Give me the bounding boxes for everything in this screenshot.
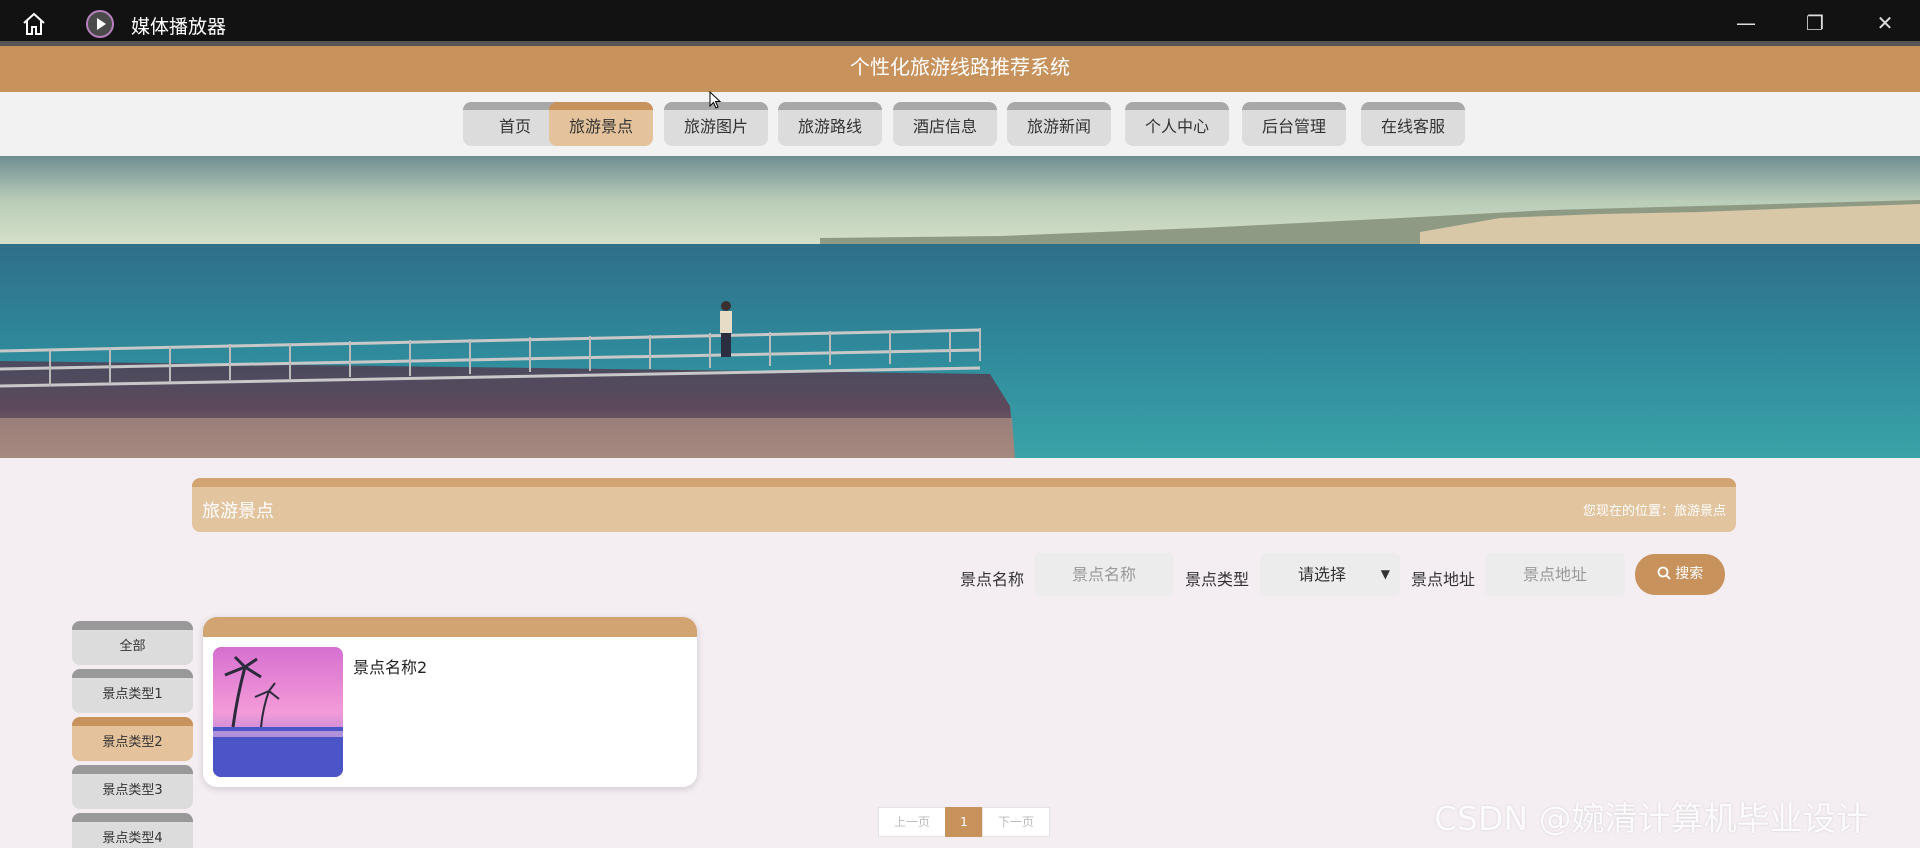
mouse-cursor-icon	[709, 91, 721, 109]
close-button[interactable]: ✕	[1870, 8, 1900, 38]
site-title: 个性化旅游线路推荐系统	[850, 55, 1070, 79]
csdn-watermark: CSDN @婉清计算机毕业设计	[1434, 799, 1869, 838]
type-select[interactable]: 请选择 ▼	[1260, 553, 1400, 596]
app-title: 媒体播放器	[131, 16, 227, 38]
category-all[interactable]: 全部	[72, 621, 193, 665]
type-select-value: 请选择	[1298, 565, 1347, 584]
category-type-2[interactable]: 景点类型2	[72, 717, 193, 761]
window-titlebar: 媒体播放器 — ❐ ✕	[0, 0, 1920, 46]
address-search-label: 景点地址	[1411, 570, 1476, 589]
maximize-button[interactable]: ❐	[1800, 8, 1830, 38]
breadcrumb: 您现在的位置：旅游景点	[1582, 504, 1726, 519]
category-type-4[interactable]: 景点类型4	[72, 813, 193, 848]
search-button-label: 搜索	[1675, 566, 1704, 582]
search-icon	[1657, 566, 1671, 580]
nav-item-hotels[interactable]: 酒店信息	[893, 102, 997, 146]
nav-item-news[interactable]: 旅游新闻	[1007, 102, 1111, 146]
nav-item-admin[interactable]: 后台管理	[1242, 102, 1346, 146]
attraction-card[interactable]: 景点名称2	[203, 617, 697, 787]
next-page-button[interactable]: 下一页	[982, 807, 1050, 837]
nav-item-support[interactable]: 在线客服	[1361, 102, 1465, 146]
section-heading-bar: 旅游景点 您现在的位置：旅游景点	[192, 478, 1736, 532]
section-title: 旅游景点	[202, 501, 274, 522]
play-icon	[86, 10, 114, 38]
category-type-1[interactable]: 景点类型1	[72, 669, 193, 713]
type-search-label: 景点类型	[1185, 570, 1250, 589]
category-type-3[interactable]: 景点类型3	[72, 765, 193, 809]
prev-page-button[interactable]: 上一页	[878, 807, 946, 837]
attraction-name[interactable]: 景点名称2	[353, 654, 427, 678]
nav-item-routes[interactable]: 旅游路线	[778, 102, 882, 146]
address-search-input[interactable]: 景点地址	[1485, 553, 1625, 596]
chevron-down-icon: ▼	[1380, 567, 1390, 581]
site-header: 个性化旅游线路推荐系统	[0, 46, 1920, 92]
minimize-button[interactable]: —	[1731, 8, 1761, 38]
nav-item-profile[interactable]: 个人中心	[1125, 102, 1229, 146]
page-1-button[interactable]: 1	[945, 807, 983, 837]
home-icon[interactable]	[20, 10, 48, 38]
attraction-thumbnail[interactable]	[213, 647, 343, 777]
name-search-label: 景点名称	[960, 570, 1025, 589]
main-nav: 首页 旅游景点 旅游图片 旅游路线 酒店信息 旅游新闻 个人中心 后台管理 在线…	[0, 92, 1920, 156]
name-search-input[interactable]: 景点名称	[1034, 553, 1174, 596]
hero-banner-image	[0, 156, 1920, 458]
search-button[interactable]: 搜索	[1635, 554, 1725, 595]
card-header-strip	[203, 617, 697, 637]
nav-item-attractions[interactable]: 旅游景点	[549, 102, 653, 146]
